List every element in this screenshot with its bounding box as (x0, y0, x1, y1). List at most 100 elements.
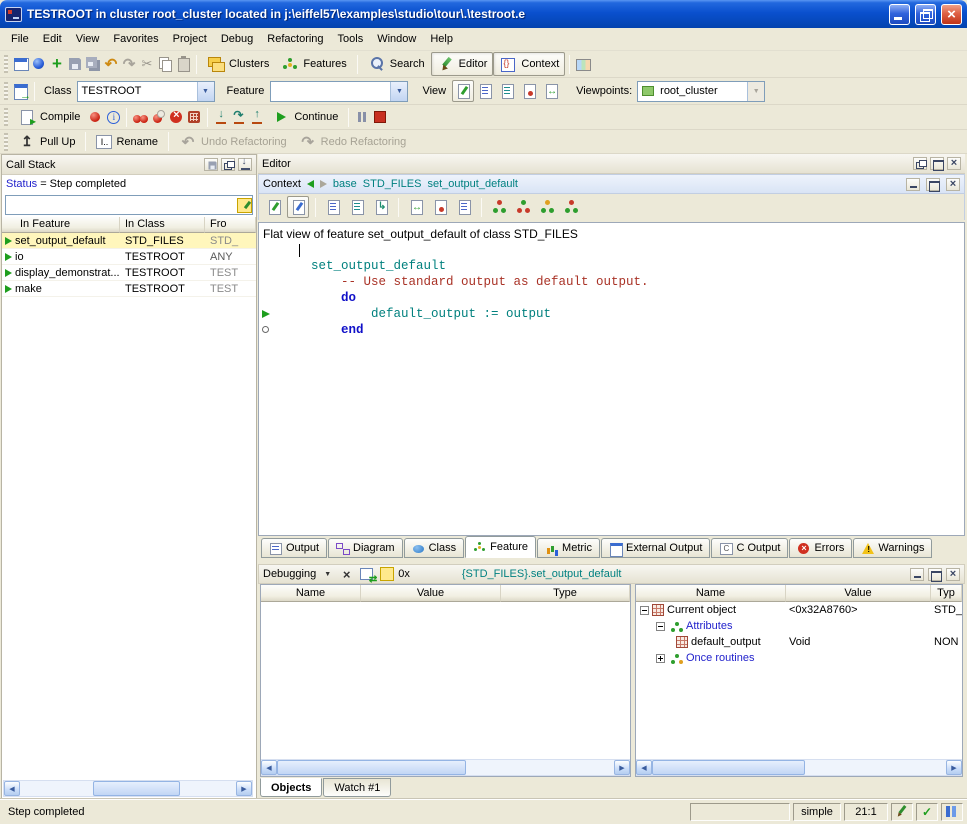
close-debug-tool-icon[interactable] (339, 567, 354, 582)
scroll-left-icon[interactable] (261, 760, 277, 775)
disable-breakpoints-icon[interactable] (167, 108, 185, 126)
save-icon[interactable] (66, 55, 84, 73)
ancestors-button[interactable] (488, 196, 510, 218)
call-stack-row[interactable]: make TESTROOT TEST (2, 281, 256, 297)
tab-c-output[interactable]: C Output (711, 538, 788, 558)
tab-class[interactable]: Class (404, 538, 465, 558)
watch-table-body[interactable] (261, 602, 630, 776)
run-icon[interactable] (131, 108, 149, 126)
menu-debug[interactable]: Debug (214, 30, 260, 48)
redo-icon[interactable] (120, 55, 138, 73)
maximize-debug-icon[interactable] (928, 568, 942, 581)
suppliers-button[interactable] (560, 196, 582, 218)
minimize-context-icon[interactable] (906, 178, 920, 191)
feature-combobox[interactable] (270, 81, 408, 102)
feature-dropdown-arrow-icon[interactable] (390, 82, 407, 101)
clickable-view-button[interactable] (474, 80, 496, 102)
gutter[interactable] (259, 322, 281, 338)
homonyms-button[interactable] (405, 196, 427, 218)
breadcrumb-cluster[interactable]: base (333, 178, 357, 190)
column-from[interactable]: Fro (205, 217, 256, 233)
column-in-class[interactable]: In Class (120, 217, 205, 233)
call-stack-horizontal-scrollbar[interactable] (3, 780, 253, 797)
run-ignore-breakpoints-icon[interactable] (149, 108, 167, 126)
clients-button[interactable] (536, 196, 558, 218)
search-button[interactable]: Search (362, 52, 431, 76)
collapse-icon[interactable] (656, 622, 665, 631)
objects-table-body[interactable]: Current object <0x32A8760> STD_ Attribut… (636, 602, 962, 776)
rename-button[interactable]: I.. Rename (90, 132, 164, 152)
object-row[interactable]: Current object <0x32A8760> STD_ (636, 602, 962, 618)
info-icon[interactable] (104, 108, 122, 126)
add-icon[interactable] (48, 55, 66, 73)
scrollbar-track[interactable] (20, 781, 236, 796)
diagram-tool-icon[interactable] (574, 55, 592, 73)
save-call-stack-icon[interactable] (204, 158, 218, 171)
object-row[interactable]: default_output Void NON (636, 634, 962, 650)
scrollbar-track[interactable] (652, 760, 946, 775)
menu-project[interactable]: Project (166, 30, 214, 48)
toolbar-grip[interactable] (4, 108, 8, 126)
minimize-button[interactable] (889, 4, 910, 25)
menu-refactoring[interactable]: Refactoring (260, 30, 330, 48)
redo-refactoring-button[interactable]: Redo Refactoring (293, 130, 413, 154)
menu-file[interactable]: File (4, 30, 36, 48)
restore-button[interactable] (915, 4, 936, 25)
watch-column-type[interactable]: Type (501, 585, 630, 602)
breakpoints-icon[interactable] (185, 108, 203, 126)
gutter[interactable] (259, 290, 281, 306)
object-row[interactable]: Once routines (636, 650, 962, 666)
close-editor-icon[interactable] (947, 157, 961, 170)
undo-refactoring-button[interactable]: Undo Refactoring (173, 130, 293, 154)
melt-icon[interactable] (86, 108, 104, 126)
scroll-left-icon[interactable] (636, 760, 652, 775)
close-button[interactable] (941, 4, 962, 25)
objects-column-type[interactable]: Typ (931, 585, 962, 602)
menu-help[interactable]: Help (423, 30, 460, 48)
basic-view-button[interactable] (452, 80, 474, 102)
pull-up-button[interactable]: Pull Up (12, 130, 81, 154)
objects-horizontal-scrollbar[interactable] (636, 759, 962, 776)
scroll-right-icon[interactable] (236, 781, 252, 796)
context-toggle-button[interactable]: Context (493, 52, 565, 76)
cut-icon[interactable] (138, 55, 156, 73)
menu-edit[interactable]: Edit (36, 30, 69, 48)
tab-warnings[interactable]: Warnings (853, 538, 932, 558)
tab-watch-1[interactable]: Watch #1 (323, 778, 391, 797)
columns-indicator[interactable] (941, 803, 963, 821)
scroll-left-icon[interactable] (4, 781, 20, 796)
code-editor[interactable]: Flat view of feature set_output_default … (258, 222, 965, 536)
breadcrumb-feature[interactable]: set_output_default (427, 178, 518, 190)
menu-window[interactable]: Window (370, 30, 423, 48)
maximize-context-icon[interactable] (926, 178, 940, 191)
undo-icon[interactable] (102, 55, 120, 73)
call-stack-filter-input[interactable] (6, 197, 237, 213)
tab-metric[interactable]: Metric (537, 538, 600, 558)
step-out-icon[interactable] (248, 108, 266, 126)
menu-tools[interactable]: Tools (331, 30, 371, 48)
callers-button[interactable] (322, 196, 344, 218)
watch-horizontal-scrollbar[interactable] (261, 759, 630, 776)
gutter[interactable] (259, 258, 281, 274)
float-pane-icon[interactable] (221, 158, 235, 171)
tab-errors[interactable]: Errors (789, 538, 852, 558)
scrollbar-thumb[interactable] (652, 760, 805, 775)
editor-toggle-button[interactable]: Editor (431, 52, 494, 76)
hex-format-button[interactable]: 0x (398, 568, 410, 580)
collapse-icon[interactable] (640, 606, 649, 615)
scrollbar-thumb[interactable] (277, 760, 466, 775)
copy-icon[interactable] (156, 55, 174, 73)
tab-diagram[interactable]: Diagram (328, 538, 403, 558)
expand-icon[interactable] (656, 654, 665, 663)
new-window-icon[interactable] (12, 55, 30, 73)
objects-column-value[interactable]: Value (786, 585, 931, 602)
objects-column-name[interactable]: Name (636, 585, 786, 602)
step-over-icon[interactable] (230, 108, 248, 126)
features-button[interactable]: Features (275, 52, 352, 76)
implementers-button[interactable] (429, 196, 451, 218)
flat-view-button[interactable] (496, 80, 518, 102)
stop-icon[interactable] (371, 108, 389, 126)
paste-icon[interactable] (174, 55, 192, 73)
contract-view-button[interactable] (518, 80, 540, 102)
menu-view[interactable]: View (69, 30, 107, 48)
